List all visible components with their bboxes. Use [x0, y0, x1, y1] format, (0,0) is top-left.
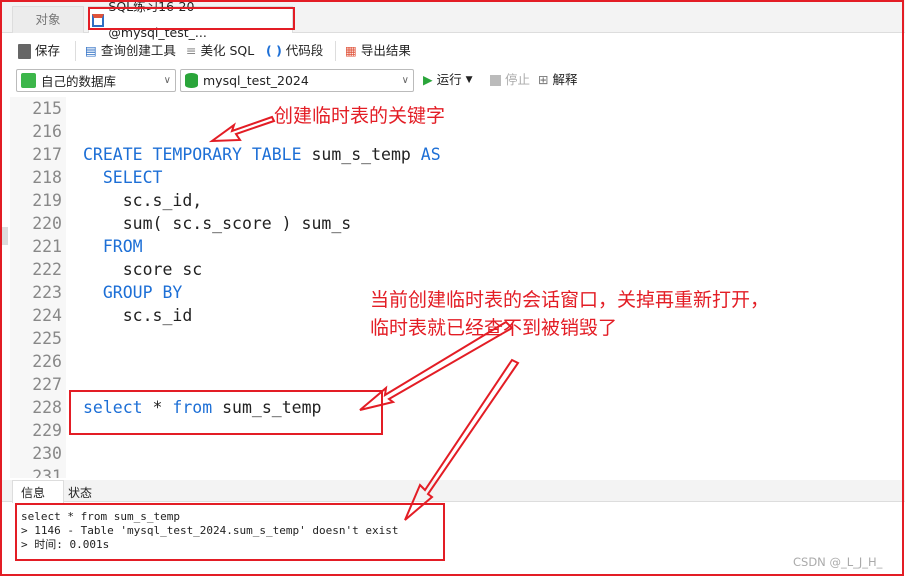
- annotation-arrows: [208, 115, 520, 521]
- arrow-icon: [208, 115, 276, 143]
- arrow-icon: [359, 320, 514, 411]
- arrow-icon: [404, 358, 520, 521]
